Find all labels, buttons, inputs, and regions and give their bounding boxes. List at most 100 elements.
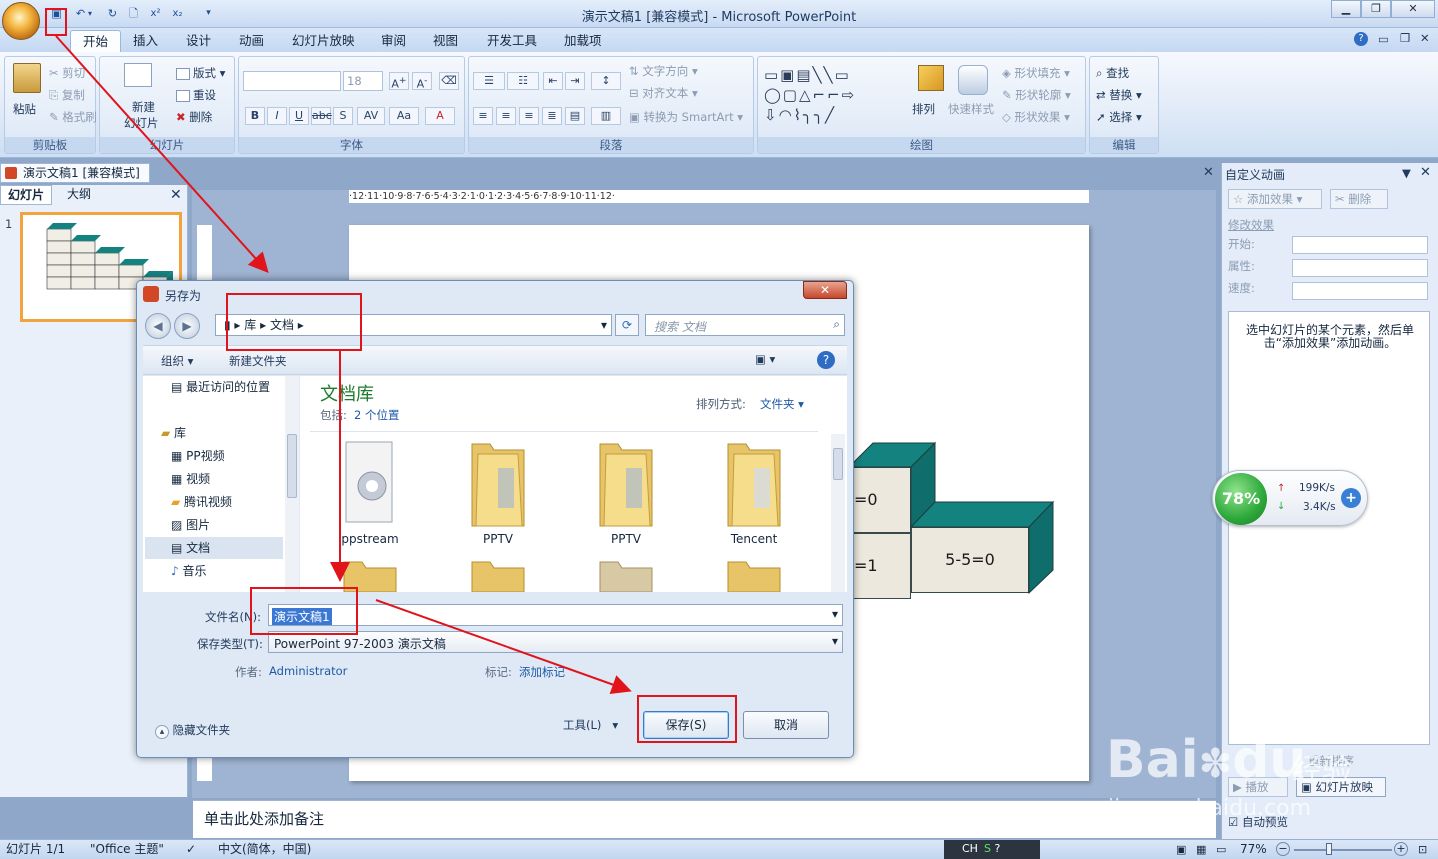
increase-indent-icon[interactable]: ⇥ <box>565 72 585 90</box>
notes-pane[interactable]: 单击此处添加备注 <box>193 800 1216 838</box>
dialog-close-button[interactable]: ✕ <box>803 281 847 299</box>
folder-item[interactable]: ppstream <box>320 438 420 548</box>
close-button[interactable]: ✕ <box>1391 0 1435 18</box>
delete-slide-button[interactable]: ✖ 删除 <box>176 109 212 125</box>
superscript-icon[interactable]: x² <box>147 5 164 22</box>
clear-format-icon[interactable]: ⌫ <box>439 72 459 90</box>
search-input[interactable]: 搜索 文档 ⌕ <box>645 314 845 336</box>
align-right-icon[interactable]: ≡ <box>519 107 539 125</box>
undo-dropdown-icon[interactable]: ▾ <box>86 5 94 22</box>
change-case-icon[interactable]: Aa <box>389 107 419 125</box>
cancel-button[interactable]: 取消 <box>743 711 829 739</box>
forward-button[interactable]: ▶ <box>174 313 200 339</box>
justify-icon[interactable]: ≣ <box>542 107 562 125</box>
copy-button[interactable]: ⎘ 复制 <box>49 87 85 103</box>
zoom-slider-thumb[interactable] <box>1326 843 1332 855</box>
redo-icon[interactable]: ↻ <box>104 5 121 22</box>
nav-pictures[interactable]: ▨ 图片 <box>167 514 210 536</box>
tab-insert[interactable]: 插入 <box>121 30 170 52</box>
underline-icon[interactable]: U <box>289 107 309 125</box>
nav-pp-video[interactable]: ▦ PP视频 <box>167 445 225 467</box>
align-text-button[interactable]: ⊟ 对齐文本 ▾ <box>629 85 698 101</box>
pane-close-icon[interactable]: ✕ <box>1420 165 1431 180</box>
align-center-icon[interactable]: ≡ <box>496 107 516 125</box>
shape-fill-button[interactable]: ◈ 形状填充 ▾ <box>1002 65 1070 81</box>
file-list-scroll-thumb[interactable] <box>833 448 843 480</box>
find-button[interactable]: ⌕ 查找 <box>1096 65 1129 81</box>
author-value[interactable]: Administrator <box>269 664 347 678</box>
ime-toolbar[interactable]: CH S ? <box>944 840 1040 859</box>
includes-link[interactable]: 2 个位置 <box>354 407 399 423</box>
tags-value[interactable]: 添加标记 <box>519 664 565 680</box>
folder-item[interactable]: PPTV <box>576 438 676 548</box>
numbering-icon[interactable]: ☷ <box>507 72 539 90</box>
italic-icon[interactable]: I <box>267 107 287 125</box>
shape-outline-button[interactable]: ✎ 形状轮廓 ▾ <box>1002 87 1071 103</box>
animation-list[interactable]: 选中幻灯片的某个元素，然后单击“添加效果”添加动画。 <box>1228 311 1430 745</box>
font-size-combo[interactable]: 18 <box>343 71 383 91</box>
nav-scroll-thumb[interactable] <box>287 434 297 498</box>
print-preview-icon[interactable]: 🗋 <box>125 5 142 22</box>
tools-button[interactable]: 工具(L) ▾ <box>563 717 618 733</box>
new-folder-button[interactable]: 新建文件夹 <box>229 353 287 369</box>
ribbon-restore-icon[interactable]: ❐ <box>1400 31 1410 45</box>
shrink-font-icon[interactable]: A- <box>412 72 432 91</box>
arrange-button[interactable]: 排列 <box>912 101 935 117</box>
tab-developer[interactable]: 开发工具 <box>475 30 549 52</box>
view-slideshow-icon[interactable]: ▭ <box>1216 841 1226 859</box>
minimize-button[interactable]: ▁ <box>1331 0 1361 18</box>
folder-item[interactable]: PPTV <box>448 438 548 548</box>
tab-home[interactable]: 开始 <box>70 30 122 52</box>
font-color-icon[interactable]: A <box>425 107 455 125</box>
format-painter-button[interactable]: ✎ 格式刷 <box>49 109 97 125</box>
distribute-icon[interactable]: ▤ <box>565 107 585 125</box>
quick-styles-button[interactable]: 快速样式 <box>948 101 994 117</box>
start-select[interactable] <box>1292 236 1428 254</box>
ribbon-close-icon[interactable]: ✕ <box>1420 31 1430 45</box>
new-slide-label-2[interactable]: 幻灯片 <box>124 115 159 131</box>
nav-documents[interactable]: ▤ 文档 <box>145 537 283 559</box>
refresh-icon[interactable]: ⟳ <box>615 314 639 336</box>
line-spacing-icon[interactable]: ↕ <box>591 72 621 90</box>
columns-icon[interactable]: ▥ <box>591 107 621 125</box>
tab-addins[interactable]: 加载项 <box>552 30 614 52</box>
view-sorter-icon[interactable]: ▦ <box>1196 841 1206 859</box>
widget-plus-icon[interactable]: + <box>1341 488 1361 508</box>
view-normal-icon[interactable]: ▣ <box>1176 841 1186 859</box>
folder-item[interactable]: Tencent <box>704 438 804 548</box>
bullets-icon[interactable]: ☰ <box>473 72 505 90</box>
align-left-icon[interactable]: ≡ <box>473 107 493 125</box>
zoom-in-icon[interactable]: + <box>1394 842 1408 856</box>
arrange-by-select[interactable]: 文件夹 ▾ <box>760 396 804 412</box>
document-tab[interactable]: 演示文稿1 [兼容模式] <box>0 163 150 183</box>
hide-folders-button[interactable]: ▴ 隐藏文件夹 <box>155 722 230 739</box>
close-pane-icon[interactable]: ✕ <box>170 187 182 203</box>
strikethrough-icon[interactable]: abc <box>311 107 332 125</box>
tab-slideshow[interactable]: 幻灯片放映 <box>280 30 367 52</box>
view-options-icon[interactable]: ▣ ▾ <box>755 352 775 366</box>
select-button[interactable]: ➚ 选择 ▾ <box>1096 109 1142 125</box>
add-effect-button[interactable]: ☆ 添加效果 ▾ <box>1228 189 1322 209</box>
customize-qat-icon[interactable]: ▾ <box>200 5 217 22</box>
nav-videos[interactable]: ▦ 视频 <box>167 468 210 490</box>
reset-button[interactable]: 重设 <box>176 87 216 103</box>
text-direction-button[interactable]: ⇅ 文字方向 ▾ <box>629 63 698 79</box>
tab-outline-pane[interactable]: 大纲 <box>54 185 104 205</box>
nav-music[interactable]: ♪ 音乐 <box>167 560 207 582</box>
grow-font-icon[interactable]: A+ <box>389 72 409 91</box>
address-dropdown-icon[interactable]: ▾ <box>601 315 607 335</box>
nav-tencent-video[interactable]: ▰ 腾讯视频 <box>167 491 232 513</box>
bold-icon[interactable]: B <box>245 107 265 125</box>
spellcheck-icon[interactable]: ✓ <box>186 840 196 858</box>
cut-button[interactable]: ✂ 剪切 <box>49 65 85 81</box>
tab-view[interactable]: 视图 <box>421 30 470 52</box>
fit-window-icon[interactable]: ⊡ <box>1418 841 1427 859</box>
nav-libraries[interactable]: ▰ 库 <box>157 422 186 444</box>
subscript-icon[interactable]: x₂ <box>169 5 186 22</box>
paste-button[interactable]: 粘贴 <box>13 101 36 117</box>
zoom-out-icon[interactable]: − <box>1276 842 1290 856</box>
shape-effects-button[interactable]: ◇ 形状效果 ▾ <box>1002 109 1070 125</box>
ribbon-minimize-icon[interactable]: ▭ <box>1378 32 1389 46</box>
maximize-button[interactable]: ❐ <box>1361 0 1391 18</box>
replace-button[interactable]: ⇄ 替换 ▾ <box>1096 87 1142 103</box>
